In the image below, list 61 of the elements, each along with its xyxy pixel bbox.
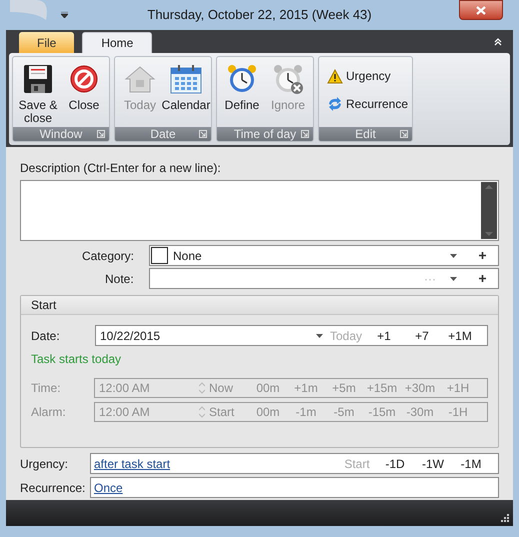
- alarm-clock-cross-icon: [272, 63, 304, 95]
- ribbon-button[interactable]: Save & close: [17, 61, 59, 125]
- more-options-button[interactable]: ···: [424, 270, 436, 288]
- date-shortcut-button[interactable]: +1: [365, 326, 403, 344]
- description-label: Description (Ctrl-Enter for a new line):: [20, 160, 222, 177]
- close-icon: [476, 6, 486, 14]
- group-label: Edit: [355, 127, 376, 141]
- start-status: Task starts today: [31, 351, 122, 368]
- field-label: Recurrence:: [20, 480, 86, 496]
- category-value: None: [173, 248, 203, 264]
- quick-access-menu-icon[interactable]: [61, 12, 68, 18]
- group-label: Time of day: [234, 127, 296, 141]
- dropdown-caret-icon[interactable]: [450, 254, 457, 258]
- window-title: Thursday, October 22, 2015 (Week 43): [147, 6, 372, 24]
- color-swatch: [151, 247, 168, 264]
- dialog-launcher-icon[interactable]: [199, 130, 207, 138]
- alarm-clock-icon: [226, 63, 258, 95]
- add-icon[interactable]: [479, 252, 486, 259]
- note-field[interactable]: ···: [149, 268, 499, 289]
- add-icon[interactable]: [479, 275, 486, 282]
- ribbon-button[interactable]: Define: [221, 61, 263, 112]
- dropdown-caret-icon[interactable]: [316, 334, 323, 338]
- date-shortcut-button[interactable]: +1M: [441, 326, 479, 344]
- recurrence-arrows-icon: [327, 96, 343, 112]
- urgency-shortcut-button[interactable]: -1D: [376, 454, 414, 472]
- field-label: Category:: [80, 248, 135, 264]
- no-entry-icon: [69, 64, 99, 94]
- dialog-launcher-icon[interactable]: [97, 130, 105, 138]
- urgency-shortcut-button[interactable]: -1M: [452, 454, 490, 472]
- ribbon-button[interactable]: Recurrence: [327, 95, 408, 113]
- ribbon-tab[interactable]: Home: [82, 32, 152, 53]
- urgency-shortcut-button[interactable]: -1W: [414, 454, 452, 472]
- recurrence-link[interactable]: Once: [94, 478, 490, 496]
- warning-icon: [327, 68, 343, 84]
- calendar-icon: [170, 64, 202, 94]
- dialog-launcher-icon[interactable]: [301, 130, 309, 138]
- resize-grip-icon[interactable]: [500, 513, 509, 522]
- description-textarea[interactable]: [20, 180, 499, 241]
- dropdown-caret-icon[interactable]: [450, 276, 457, 280]
- field-label: Date:: [31, 328, 61, 344]
- category-dropdown[interactable]: None: [149, 245, 499, 266]
- group-title: Start: [31, 297, 56, 314]
- house-icon: [124, 64, 156, 94]
- collapse-ribbon-icon[interactable]: [494, 38, 502, 46]
- ribbon-tab[interactable]: File: [19, 32, 74, 53]
- ribbon-button[interactable]: Urgency: [327, 67, 408, 85]
- group-label: Window: [40, 127, 82, 141]
- dialog-launcher-icon[interactable]: [400, 130, 408, 138]
- date-shortcut-button[interactable]: +7: [403, 326, 441, 344]
- field-label: Note:: [104, 270, 135, 288]
- field-label: Urgency:: [20, 456, 70, 472]
- time-value: 12:00 AM: [99, 380, 151, 397]
- recurrence-field[interactable]: Once: [90, 477, 499, 498]
- field-label: Time:: [31, 380, 62, 397]
- time-value: 12:00 AM: [99, 404, 151, 421]
- close-window-button[interactable]: [459, 0, 503, 20]
- date-value: 10/22/2015: [100, 328, 162, 344]
- field-label: Alarm:: [31, 404, 67, 421]
- group-label: Date: [150, 127, 176, 141]
- urgency-link[interactable]: after task start: [94, 454, 338, 472]
- ribbon-button[interactable]: Close: [63, 61, 105, 112]
